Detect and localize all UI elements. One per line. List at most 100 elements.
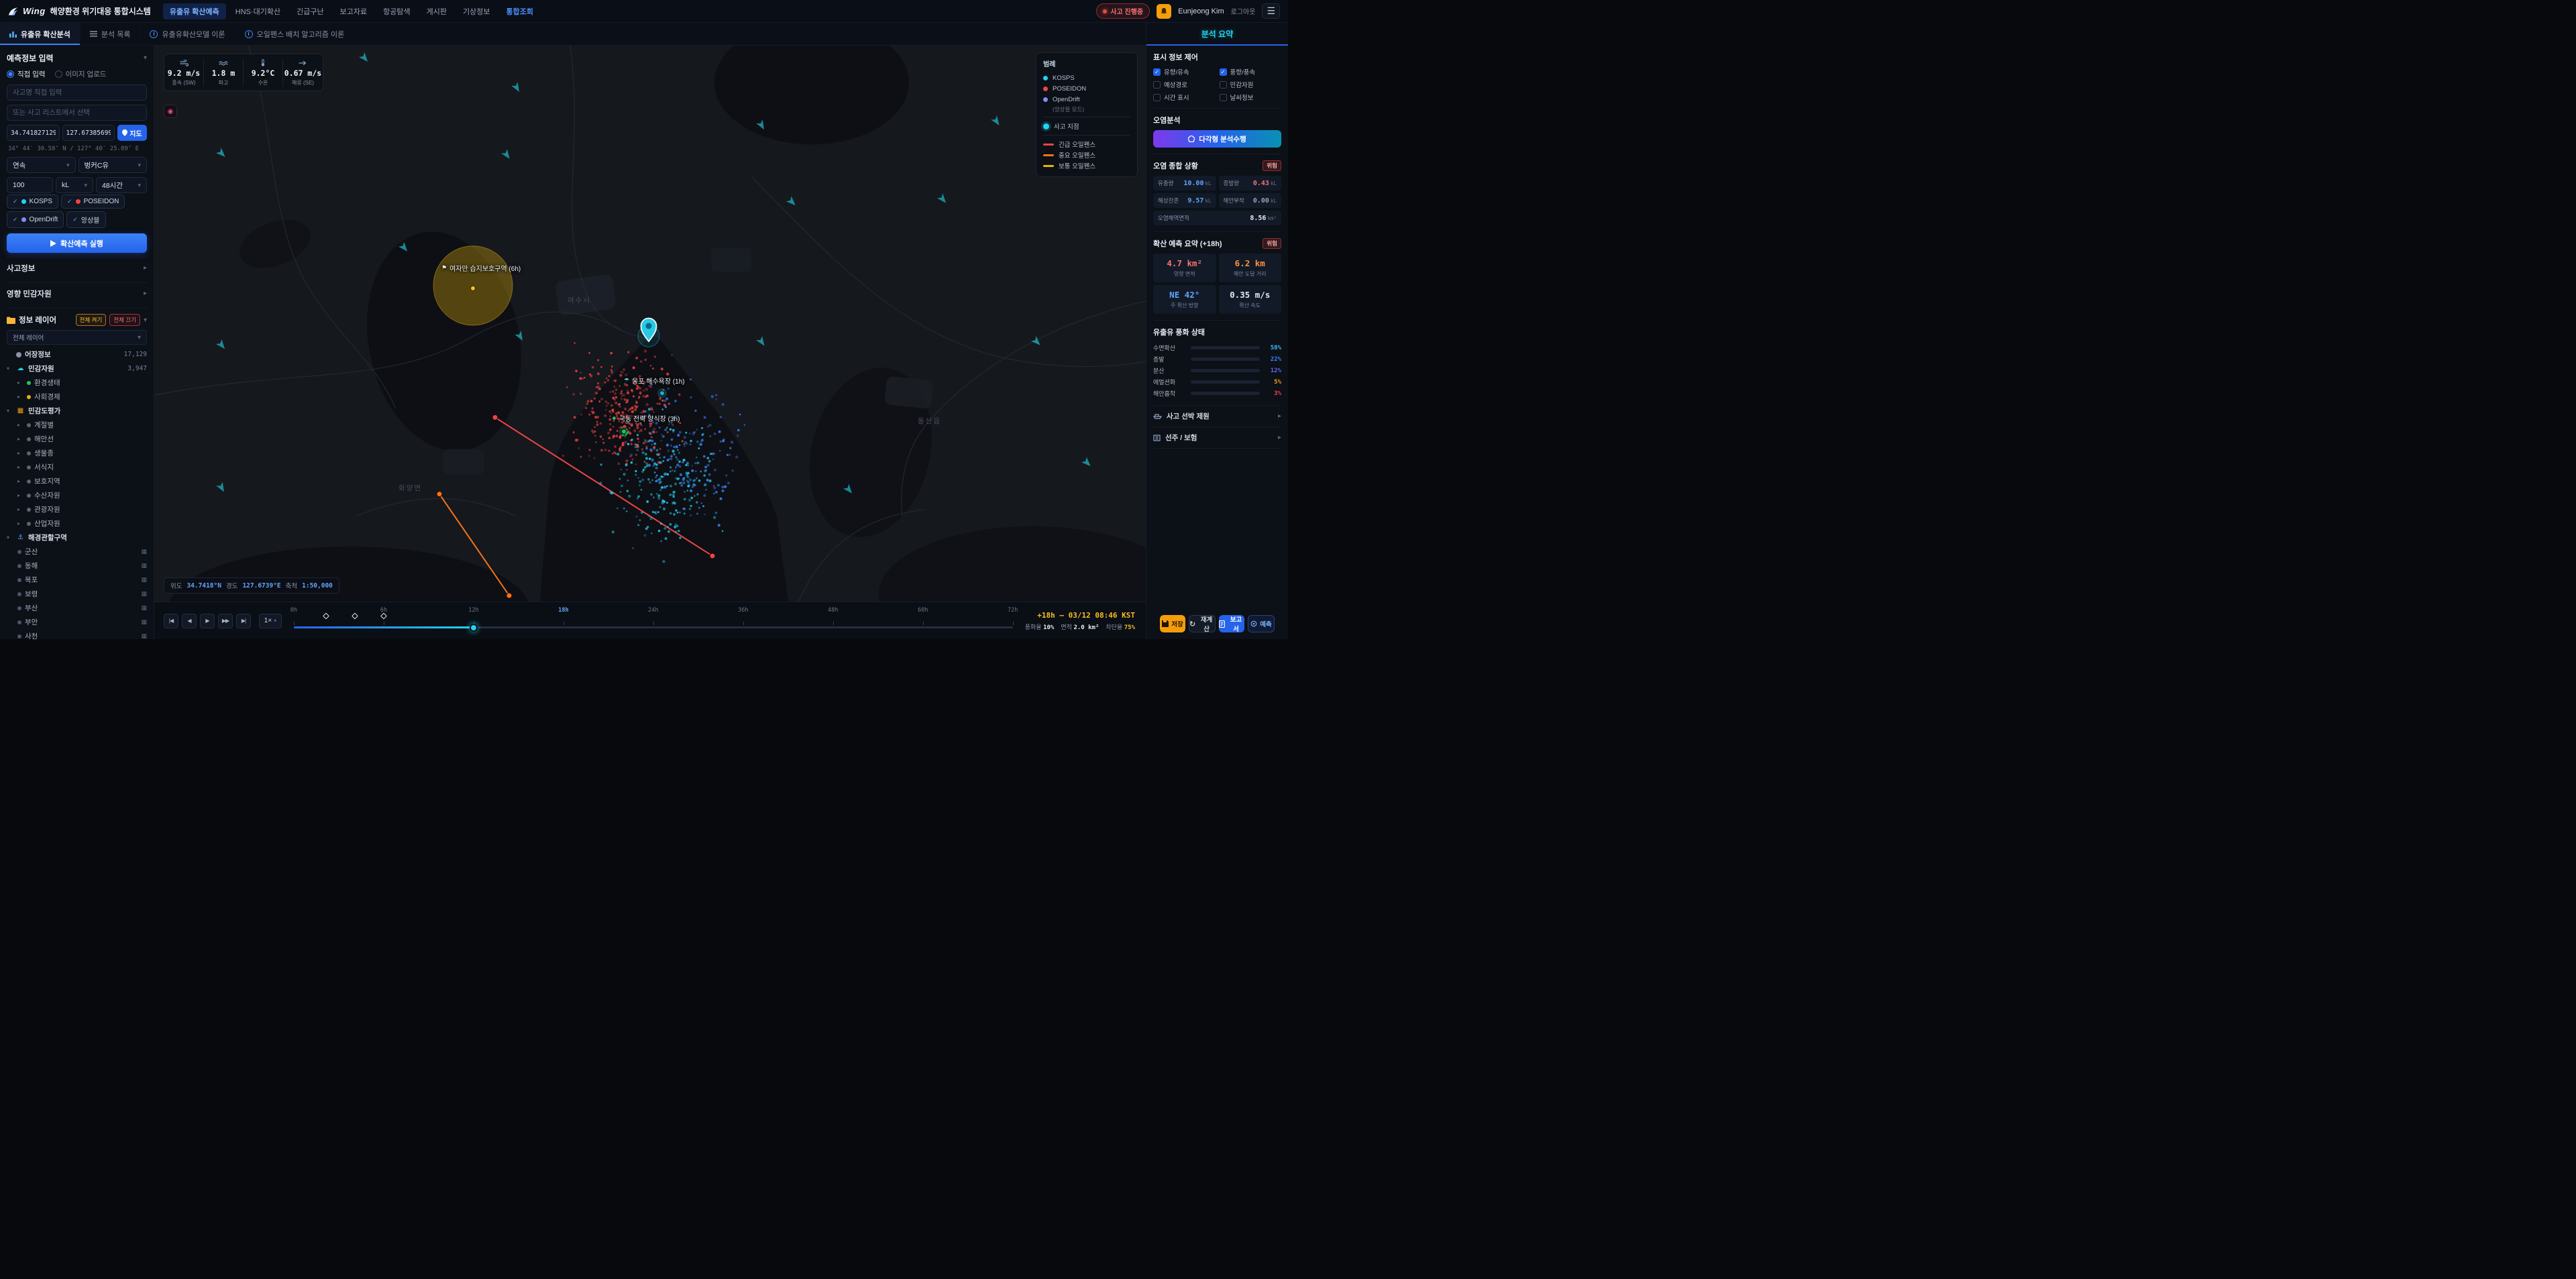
layer-item-2-0[interactable]: ▸ 계절별 [7,418,147,432]
notifications-button[interactable] [1157,3,1172,19]
nav-item-0[interactable]: 유출유 확산예측 [162,3,226,19]
layer-item-2-7[interactable]: ▸ 산업자원 [7,516,147,531]
play-button[interactable]: ▶ [200,613,215,628]
layer-group-2[interactable]: ▾ ▦ 민감도평가 [7,404,147,418]
release-type-select[interactable]: 연속 ▾ [7,157,76,173]
latitude-input[interactable] [7,125,60,141]
oilfence-endpoint[interactable] [492,414,498,421]
oilfence-endpoint[interactable] [506,592,513,599]
layer-item-3-6[interactable]: 사천 ▦ [7,629,147,639]
predict-button[interactable]: 예측 [1248,615,1275,632]
incident-pin[interactable] [637,317,660,347]
tab-0[interactable]: 유출유 확산분석 [0,23,80,45]
tab-3[interactable]: i 오일펜스 배치 알고리즘 이론 [235,23,355,45]
nav-item-6[interactable]: 기상정보 [456,3,496,19]
particle-POSEIDON [626,391,630,394]
layer-item-2-5[interactable]: ▸ 수산자원 [7,488,147,502]
owner-insurance-section[interactable]: 선주 / 보험 ▸ [1153,427,1281,449]
display-check-1[interactable]: ✓ 풍향/풍속 [1219,67,1282,76]
beach-point[interactable] [659,390,665,396]
display-check-2[interactable]: 예상경로 [1153,80,1216,89]
model-chip-3[interactable]: ✓ 앙상블 [66,211,106,228]
current-arrow-icon [216,482,224,492]
nav-item-2[interactable]: 긴급구난 [290,3,330,19]
farm-point[interactable] [621,429,627,435]
vessel-spec-section[interactable]: 사고 선박 제원 ▸ [1153,406,1281,427]
layer-item-2-3[interactable]: ▸ 서식지 [7,460,147,474]
deployment-marker-1[interactable] [352,612,359,620]
fast-forward-button[interactable]: ▶▶ [218,613,233,628]
timeline-track[interactable]: 0h 6h 12h 18h 24h 36h 48h 60h 72h [290,602,1018,639]
step-back-button[interactable]: ◀ [182,613,197,628]
spill-amount-input[interactable] [7,177,53,193]
timeline-handle[interactable] [469,623,478,632]
incident-list-input[interactable] [7,105,147,121]
layer-item-3-0[interactable]: 군산 ▦ [7,545,147,559]
skip-end-button[interactable]: ▶| [236,613,251,628]
display-check-5[interactable]: 날씨정보 [1219,93,1282,102]
model-chip-0[interactable]: ✓ KOSPS [7,194,59,209]
summary-header-tab[interactable]: 분석 요약 [1146,23,1288,46]
display-check-0[interactable]: ✓ 유향/유속 [1153,67,1216,76]
polygon-analysis-button[interactable]: 다각형 분석수행 [1153,130,1281,148]
save-button[interactable]: 저장 [1160,615,1185,632]
radio-direct-input[interactable]: 직접 입력 [7,69,46,79]
oilfence-endpoint[interactable] [709,553,716,559]
logout-link[interactable]: 로그아웃 [1231,6,1256,16]
particle-POSEIDON [614,380,616,382]
report-button[interactable]: 보고서 [1219,615,1244,633]
section-incident-info[interactable]: 사고정보 ▸ [7,257,147,278]
map-canvas[interactable]: 9.2 m/s 풍속 (SW) 1.8 m 파고 9.2°C 수온 0.67 m… [154,46,1146,602]
layer-group-1[interactable]: ▾ ☁ 민감자원 3,947 [7,362,147,376]
particle-POSEIDON [633,395,635,398]
menu-toggle-button[interactable]: ☰ [1262,3,1280,19]
layer-group-0[interactable]: 어장정보 17,129 [7,347,147,362]
pick-on-map-button[interactable]: 지도 [117,125,147,141]
model-chip-2[interactable]: ✓ OpenDrift [7,211,64,228]
oilfence-endpoint[interactable] [436,491,443,498]
layer-item-3-3[interactable]: 보령 ▦ [7,587,147,601]
layers-all-on-button[interactable]: 전체 켜기 [75,314,107,326]
skip-start-button[interactable]: |◀ [164,613,178,628]
nav-item-1[interactable]: HNS·대기확산 [229,3,287,19]
incident-name-input[interactable] [7,85,147,101]
tab-1[interactable]: 분석 목록 [80,23,141,45]
layer-item-3-5[interactable]: 부안 ▦ [7,615,147,629]
display-check-4[interactable]: 시간 표시 [1153,93,1216,102]
layer-item-2-1[interactable]: ▸ 해안선 [7,432,147,446]
deployment-marker-0[interactable] [323,612,330,620]
deployment-marker-2[interactable] [380,612,387,620]
predict-panel-header[interactable]: 예측정보 입력 ▾ [7,51,147,69]
unit-select[interactable]: kL ▾ [56,177,93,193]
layer-item-2-2[interactable]: ▸ 생물종 [7,446,147,460]
run-prediction-button[interactable]: 확산예측 실행 [7,233,147,253]
nav-item-3[interactable]: 보고자료 [333,3,374,19]
layer-item-3-2[interactable]: 목포 ▦ [7,573,147,587]
layer-item-3-1[interactable]: 동해 ▦ [7,559,147,573]
duration-select[interactable]: 48시간 ▾ [96,177,147,193]
display-check-3[interactable]: 민감자원 [1219,80,1282,89]
nav-item-5[interactable]: 게시판 [420,3,453,19]
map-measure-tool-button[interactable]: ◉ [164,105,177,118]
particle-KOSPS [649,481,651,484]
layer-item-2-4[interactable]: ▸ 보호지역 [7,474,147,488]
layers-all-off-button[interactable]: 전체 끄기 [109,314,140,326]
model-chip-1[interactable]: ✓ POSEIDON [61,194,125,209]
layer-group-3[interactable]: ▾ ⚓ 해경관할구역 [7,531,147,545]
tab-2[interactable]: i 유출유확산모델 이론 [140,23,235,45]
layer-filter-select[interactable]: 전체 레이어 ▾ [7,330,147,345]
radio-image-upload[interactable]: 이미지 업로드 [54,69,106,79]
layer-item-1-1[interactable]: ▸ 사회경제 [7,390,147,404]
layer-item-3-4[interactable]: 부산 ▦ [7,601,147,615]
longitude-input[interactable] [62,125,115,141]
recalc-button[interactable]: ↻ 재계산 [1189,615,1216,633]
layer-item-2-6[interactable]: ▸ 관광자원 [7,502,147,516]
nav-item-4[interactable]: 항공탐색 [376,3,417,19]
section-sensitive-resources[interactable]: 영향 민감자원 ▸ [7,282,147,304]
playback-speed-select[interactable]: 1× ▾ [259,613,282,628]
layer-item-1-0[interactable]: ▸ 환경생태 [7,376,147,390]
particle-KOSPS [600,463,602,466]
particle-POSEIDON [588,449,591,451]
oil-type-select[interactable]: 벙커C유 ▾ [78,157,147,173]
nav-item-7[interactable]: 통합조회 [499,3,539,19]
